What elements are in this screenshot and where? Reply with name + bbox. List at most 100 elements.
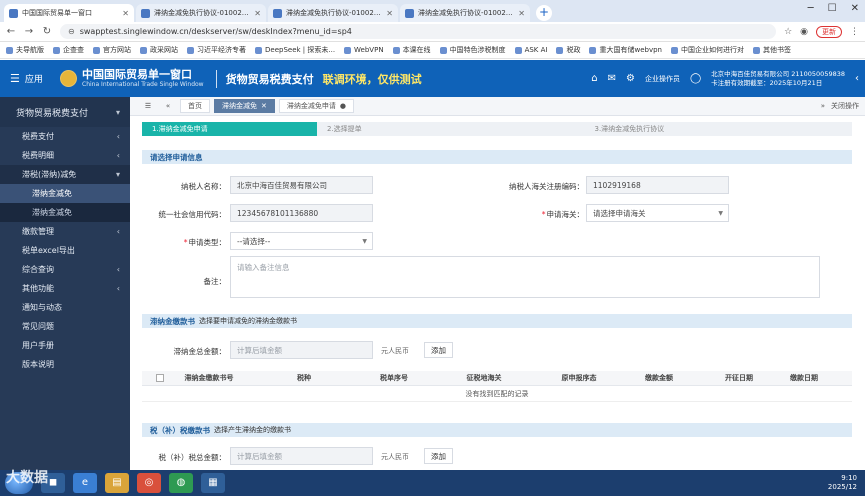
- section-hint: 选择产生滞纳金的缴款书: [214, 426, 291, 434]
- other-bookmarks[interactable]: 其他书签: [752, 45, 791, 55]
- sidebar-subitem-late-fee-relief-2[interactable]: 滞纳金减免: [0, 203, 130, 222]
- reload-icon[interactable]: ↻: [42, 26, 52, 37]
- bookmark[interactable]: WebVPN: [344, 46, 384, 54]
- section-title: 请选择申请信息: [150, 152, 203, 162]
- chevron-left-icon[interactable]: ‹: [855, 73, 859, 84]
- more-icon[interactable]: ⋮: [850, 27, 859, 37]
- new-tab-button[interactable]: +: [536, 5, 552, 21]
- close-icon[interactable]: ✕: [254, 9, 261, 18]
- chevron-left-icon: ‹: [116, 227, 120, 236]
- sidebar-item-details[interactable]: 税费明细 ‹: [0, 146, 130, 165]
- chevron-double-right-icon[interactable]: »: [821, 102, 825, 110]
- browser-tab[interactable]: 滞纳金减免执行协议-01002500 ✕: [400, 4, 530, 22]
- taxpayer-name-field[interactable]: 北京中海百佳贸易有限公司: [230, 176, 373, 194]
- bookmark-label: 官方网站: [103, 46, 131, 54]
- settings-icon[interactable]: ⚙: [626, 73, 635, 84]
- main-content: ☰ « 首页 滞纳金减免 ✕ 滞纳金减免申请 ● » 关闭操作 1.滞纳金减免申请 2…: [130, 97, 865, 470]
- browser-tab[interactable]: 中国国际贸易单一窗口 ✕: [4, 4, 134, 22]
- sidebar-item-faq[interactable]: 常见问题: [0, 317, 130, 336]
- bookmark-icon: [93, 46, 100, 54]
- message-icon[interactable]: ✉: [608, 73, 616, 84]
- tab-late-fee-apply[interactable]: 滞纳金减免申请 ●: [278, 99, 354, 113]
- tax-unit: 元人民币: [381, 453, 409, 461]
- bookmark-icon: [255, 46, 262, 54]
- close-icon[interactable]: ✕: [122, 9, 129, 18]
- sidebar-item-manual[interactable]: 用户手册: [0, 336, 130, 355]
- bookmark-label: 中国企业如何进行对: [680, 46, 744, 54]
- bookmark[interactable]: 中国特色涉税制度: [439, 45, 506, 55]
- bookmark[interactable]: DeepSeek | 探索未...: [255, 45, 335, 55]
- environment-title: 联调环境，仅供测试: [322, 72, 422, 86]
- bookmark-label: 中国特色涉税制度: [449, 46, 506, 54]
- customs-code-field[interactable]: 1102919168: [586, 176, 729, 194]
- user-role: 企业操作员: [644, 74, 680, 83]
- maximize-icon[interactable]: ☐: [828, 3, 837, 14]
- chevron-down-icon: ▾: [115, 170, 120, 179]
- apply-type-select[interactable]: --请选择-- ▼: [230, 232, 373, 250]
- chevron-double-left-icon[interactable]: «: [160, 102, 176, 110]
- sidebar-item-label: 版本说明: [22, 360, 54, 369]
- sidebar-item-query[interactable]: 综合查询 ‹: [0, 260, 130, 279]
- bookmark-label: DeepSeek | 探索未...: [265, 46, 336, 54]
- bookmark[interactable]: 夫导航版: [6, 45, 44, 55]
- app-icon[interactable]: ▦: [201, 473, 225, 493]
- bookmark[interactable]: 中国企业如何进行对: [670, 45, 744, 55]
- tab-home[interactable]: 首页: [180, 99, 210, 113]
- back-icon[interactable]: ←: [6, 26, 16, 37]
- sidebar-item-version[interactable]: 版本说明: [0, 355, 130, 374]
- tax-add-button[interactable]: 添加: [424, 448, 453, 464]
- update-button[interactable]: 更新: [816, 25, 842, 38]
- menu-toggle-icon[interactable]: ☰: [140, 102, 156, 110]
- remark-textarea[interactable]: 请输入备注信息: [230, 256, 820, 298]
- browser-tab[interactable]: 滞纳金减免执行协议-01002500 ✕: [136, 4, 266, 22]
- bookmark[interactable]: 税政: [556, 45, 580, 55]
- minimize-icon[interactable]: ─: [808, 3, 814, 14]
- tab-late-fee-relief[interactable]: 滞纳金减免 ✕: [214, 99, 275, 113]
- browser-chrome-icon[interactable]: ◎: [137, 473, 161, 493]
- sidebar-item-payment-mgmt[interactable]: 缴款管理 ‹: [0, 222, 130, 241]
- late-fee-amount-field[interactable]: 计算后填金额: [230, 341, 373, 359]
- close-icon[interactable]: ✕: [518, 9, 525, 18]
- close-operation-button[interactable]: 关闭操作: [831, 101, 859, 111]
- bookmark[interactable]: 习近平经济专著: [187, 45, 246, 55]
- bookmark[interactable]: 官方网站: [93, 45, 131, 55]
- user-avatar-icon[interactable]: ◯: [690, 73, 701, 84]
- bookmark[interactable]: 政采网站: [140, 45, 178, 55]
- app-menu-button[interactable]: ☰ 应用: [0, 72, 60, 85]
- tax-amount-label: 税（补）税总金额：: [158, 453, 227, 462]
- browser-tab[interactable]: 滞纳金减免执行协议-01002500 ✕: [268, 4, 398, 22]
- bookmark[interactable]: 本课在线: [392, 45, 431, 55]
- close-icon[interactable]: ✕: [261, 102, 267, 110]
- browser-ie-icon[interactable]: e: [73, 473, 97, 493]
- column-header: 滞纳金缴款书号: [184, 374, 234, 382]
- sidebar-item-payment[interactable]: 税费支付 ‹: [0, 127, 130, 146]
- forward-icon[interactable]: →: [24, 26, 34, 37]
- apply-customs-select[interactable]: 请选择申请海关 ▼: [586, 204, 729, 222]
- bookmark[interactable]: 重大国有储webvpn: [589, 45, 662, 55]
- sidebar-item-other[interactable]: 其他功能 ‹: [0, 279, 130, 298]
- system-clock[interactable]: 9:10 2025/12: [828, 474, 857, 492]
- bookmark[interactable]: ASK AI: [514, 46, 547, 54]
- url-field[interactable]: ⊖ swapptest.singlewindow.cn/deskserver/sw…: [60, 24, 777, 39]
- close-window-icon[interactable]: ✕: [851, 3, 859, 14]
- tax-amount-field[interactable]: 计算后填金额: [230, 447, 373, 465]
- credit-code-field[interactable]: 12345678101136880: [230, 204, 373, 222]
- profile-icon[interactable]: ◉: [800, 27, 808, 37]
- sidebar-item-relief[interactable]: 滞税(滞纳)减免 ▾: [0, 165, 130, 184]
- close-icon[interactable]: ●: [340, 102, 346, 110]
- wechat-icon[interactable]: ◍: [169, 473, 193, 493]
- sidebar-item-excel-export[interactable]: 税单excel导出: [0, 241, 130, 260]
- home-icon[interactable]: ⌂: [591, 73, 597, 84]
- select-all-checkbox[interactable]: [156, 374, 164, 382]
- watermark-text: 大数据: [6, 470, 48, 486]
- late-fee-add-button[interactable]: 添加: [424, 342, 453, 358]
- star-icon[interactable]: ☆: [784, 27, 792, 37]
- sidebar-title[interactable]: 货物贸易税费支付 ▾: [0, 97, 130, 127]
- apply-type-placeholder: --请选择--: [237, 236, 271, 246]
- sidebar-item-notices[interactable]: 通知与动态: [0, 298, 130, 317]
- close-icon[interactable]: ✕: [386, 9, 393, 18]
- sidebar-subitem-late-fee-relief[interactable]: 滞纳金减免: [0, 184, 130, 203]
- bookmark[interactable]: 企查查: [53, 45, 84, 55]
- folder-icon[interactable]: ▤: [105, 473, 129, 493]
- bookmark-label: WebVPN: [354, 46, 384, 54]
